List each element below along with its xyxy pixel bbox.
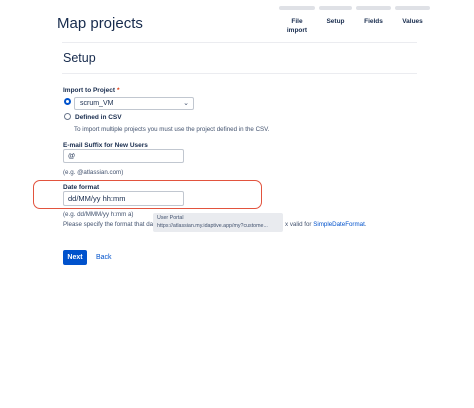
step-bar-setup xyxy=(319,6,352,10)
date-format-help-right: x valid for SimpleDateFormat. xyxy=(285,221,367,228)
step-fields: Fields xyxy=(364,18,383,25)
step-values: Values xyxy=(402,18,423,25)
chevron-down-icon: ⌄ xyxy=(183,100,189,107)
email-suffix-example: (e.g. @atlassian.com) xyxy=(63,169,124,176)
step-bar-values xyxy=(395,6,430,10)
step-setup: Setup xyxy=(326,18,345,25)
email-suffix-label: E-mail Suffix for New Users xyxy=(63,142,148,149)
project-select-value: scrum_VM xyxy=(80,100,114,107)
date-format-example: (e.g. dd/MMM/yy h:mm a) xyxy=(63,211,134,218)
section-title: Setup xyxy=(63,51,96,65)
progress-tracker: File import Setup Fields Values xyxy=(279,6,434,38)
header-divider xyxy=(62,42,417,43)
radio-select-project[interactable] xyxy=(64,98,71,105)
date-format-label: Date format xyxy=(63,184,100,191)
back-button[interactable]: Back xyxy=(96,250,112,265)
tooltip-url: https://atlassian.my.idaptive.app/my?cus… xyxy=(157,222,268,229)
step-bar-fields xyxy=(356,6,391,10)
step-file-import: File import xyxy=(286,18,308,34)
tooltip-title: User Portal xyxy=(157,215,184,221)
date-format-help-left: Please specify the format that da xyxy=(63,221,154,228)
step-bar-file-import xyxy=(279,6,315,10)
section-divider xyxy=(62,73,417,74)
next-button[interactable]: Next xyxy=(63,250,87,265)
project-select[interactable]: scrum_VM ⌄ xyxy=(74,97,194,110)
url-tooltip: User Portal https://atlassian.my.idaptiv… xyxy=(153,213,283,232)
import-to-project-label: Import to Project * xyxy=(63,87,120,94)
simpledateformat-link[interactable]: SimpleDateFormat xyxy=(313,221,365,228)
import-helper-text: To import multiple projects you must use… xyxy=(74,126,270,133)
defined-in-csv-label: Defined in CSV xyxy=(75,114,122,121)
date-format-input[interactable] xyxy=(63,191,184,206)
required-indicator: * xyxy=(117,87,120,94)
email-suffix-input[interactable] xyxy=(63,149,184,163)
page-title: Map projects xyxy=(57,15,143,32)
radio-defined-in-csv[interactable] xyxy=(64,113,71,120)
